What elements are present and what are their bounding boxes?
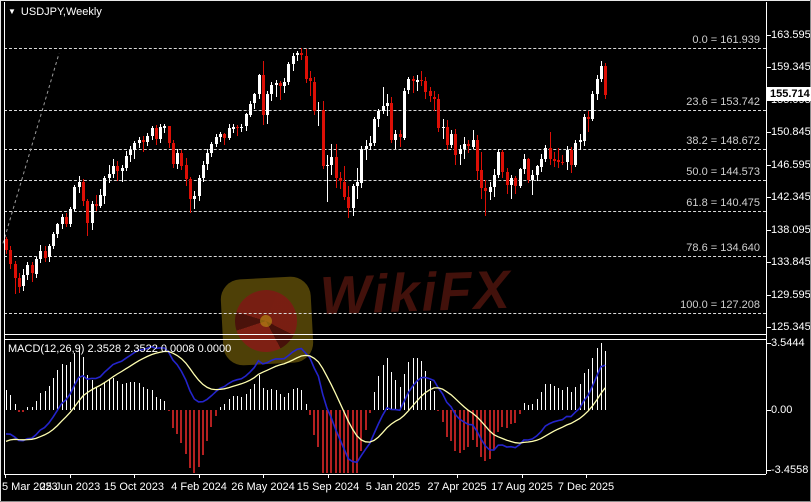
fib-level-line[interactable] <box>4 149 766 150</box>
macd-histogram <box>6 343 606 473</box>
price-tick <box>766 230 771 231</box>
symbol-label-text: USDJPY,Weekly <box>20 6 102 18</box>
chart-window: WikiFX ▼ USDJPY,Weekly MACD(12,26,9) 2.35… <box>0 0 811 502</box>
fib-level-line[interactable] <box>4 48 766 49</box>
time-axis-label: 15 Sep 2024 <box>296 481 360 493</box>
time-tick <box>70 474 71 478</box>
time-tick <box>457 474 458 478</box>
price-tick <box>766 35 771 36</box>
time-tick <box>263 474 264 478</box>
fib-level-line[interactable] <box>4 110 766 111</box>
macd-axis-label: -3.4558 <box>771 464 809 476</box>
macd-line <box>5 345 606 464</box>
price-axis-border[interactable] <box>766 2 767 474</box>
watermark-text: WikiFX <box>319 259 513 327</box>
price-axis-label: 142.345 <box>771 191 811 203</box>
main-pane-left-border <box>4 2 5 474</box>
fib-level-label: 50.0 = 144.573 <box>686 166 760 178</box>
price-tick <box>766 295 771 296</box>
window-border-left <box>0 0 1 502</box>
time-tick <box>586 474 587 478</box>
time-axis-border <box>4 474 766 475</box>
price-axis-label: 133.845 <box>771 256 811 268</box>
pane-splitter-bottom[interactable] <box>4 339 766 340</box>
macd-indicator-label: MACD(12,26,9) 2.3528 2.3522 0.0008 0.000… <box>8 343 232 355</box>
symbol-timeframe-label: ▼ USDJPY,Weekly <box>8 6 102 18</box>
signal-line <box>5 350 606 444</box>
price-axis-label: 150.845 <box>771 126 811 138</box>
fib-level-line[interactable] <box>4 313 766 314</box>
price-axis-label: 129.595 <box>771 289 811 301</box>
wikifx-logo-icon <box>219 275 315 367</box>
price-tick <box>766 132 771 133</box>
fib-level-label: 100.0 = 127.208 <box>680 299 760 311</box>
fib-level-label: 78.6 = 134.640 <box>686 242 760 254</box>
window-border-top <box>0 0 811 1</box>
macd-tick <box>766 470 771 471</box>
fib-level-line[interactable] <box>4 211 766 212</box>
time-axis-label: 15 Oct 2023 <box>104 481 164 493</box>
time-tick <box>5 474 6 478</box>
price-tick <box>766 262 771 263</box>
fib-level-line[interactable] <box>4 180 766 181</box>
price-tick <box>766 197 771 198</box>
macd-axis-label: 3.5444 <box>771 337 805 349</box>
price-tick <box>766 165 771 166</box>
macd-tick <box>766 410 771 411</box>
time-axis-label: 26 May 2024 <box>231 481 295 493</box>
time-axis-label: 27 Apr 2025 <box>427 481 487 493</box>
time-axis-label: 5 Jan 2025 <box>365 481 421 493</box>
price-axis-label: 146.595 <box>771 159 811 171</box>
pane-splitter-top[interactable] <box>4 334 766 335</box>
time-tick <box>134 474 135 478</box>
fib-level-label: 23.6 = 153.742 <box>686 96 760 108</box>
macd-tick <box>766 343 771 344</box>
time-tick <box>393 474 394 478</box>
time-tick <box>328 474 329 478</box>
price-tick <box>766 67 771 68</box>
dropdown-arrow-icon: ▼ <box>8 7 16 16</box>
price-axis-label: 138.095 <box>771 224 811 236</box>
price-axis-label: 125.345 <box>771 321 811 333</box>
price-tick <box>766 327 771 328</box>
time-axis-label: 17 Aug 2025 <box>491 481 553 493</box>
fib-level-label: 38.2 = 148.672 <box>686 135 760 147</box>
fib-level-line[interactable] <box>4 256 766 257</box>
fib-level-label: 61.8 = 140.475 <box>686 197 760 209</box>
fib-level-label: 0.0 = 161.939 <box>692 34 760 46</box>
macd-axis-label: 0.00 <box>771 404 793 416</box>
time-axis-label: 4 Feb 2024 <box>171 481 227 493</box>
time-tick <box>199 474 200 478</box>
price-axis-label: 159.345 <box>771 61 811 73</box>
time-axis-label: 25 Jun 2023 <box>39 481 101 493</box>
time-axis-label: 7 Dec 2025 <box>557 481 615 493</box>
current-price-tag: 155.714 <box>767 87 811 101</box>
time-tick <box>522 474 523 478</box>
price-axis-label: 163.595 <box>771 29 811 41</box>
